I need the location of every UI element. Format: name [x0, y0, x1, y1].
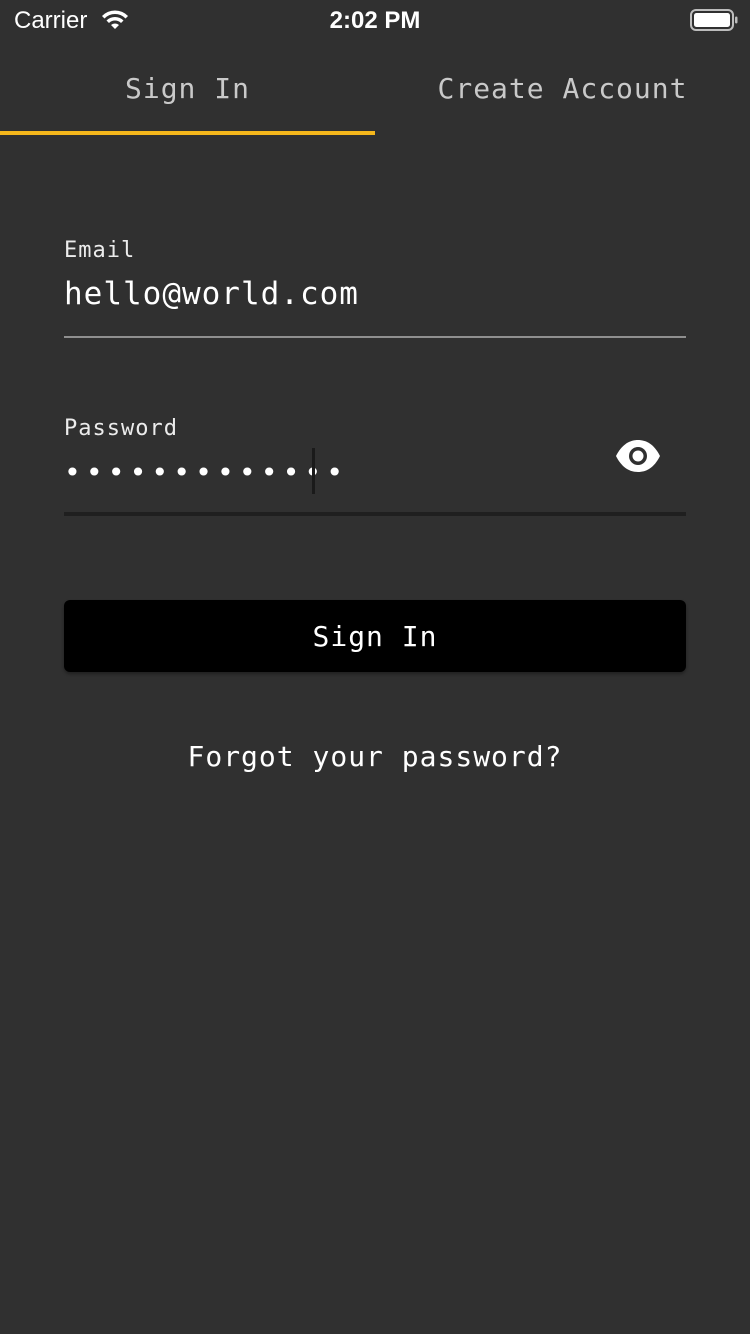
- password-field[interactable]: Password •••••••••••••: [64, 416, 686, 516]
- tab-sign-in-label: Sign In: [124, 72, 250, 105]
- eye-icon[interactable]: [614, 438, 662, 474]
- status-bar: Carrier 2:02 PM: [0, 0, 750, 40]
- email-field[interactable]: Email hello@world.com: [64, 238, 686, 338]
- tab-create-account[interactable]: Create Account: [375, 50, 750, 136]
- text-caret: [312, 448, 315, 494]
- password-label: Password: [64, 416, 178, 441]
- battery-icon: [690, 9, 738, 31]
- sign-in-button[interactable]: Sign In: [64, 600, 686, 672]
- auth-tabs: Sign In Create Account: [0, 50, 750, 136]
- forgot-password-link[interactable]: Forgot your password?: [0, 740, 750, 773]
- email-underline: [64, 336, 686, 338]
- tab-create-account-label: Create Account: [437, 72, 688, 105]
- password-underline: [64, 512, 686, 516]
- active-tab-indicator: [0, 131, 375, 135]
- tab-sign-in[interactable]: Sign In: [0, 50, 375, 136]
- email-input[interactable]: hello@world.com: [64, 276, 359, 312]
- password-input[interactable]: •••••••••••••: [64, 456, 348, 489]
- email-label: Email: [64, 238, 136, 263]
- clock: 2:02 PM: [329, 7, 421, 34]
